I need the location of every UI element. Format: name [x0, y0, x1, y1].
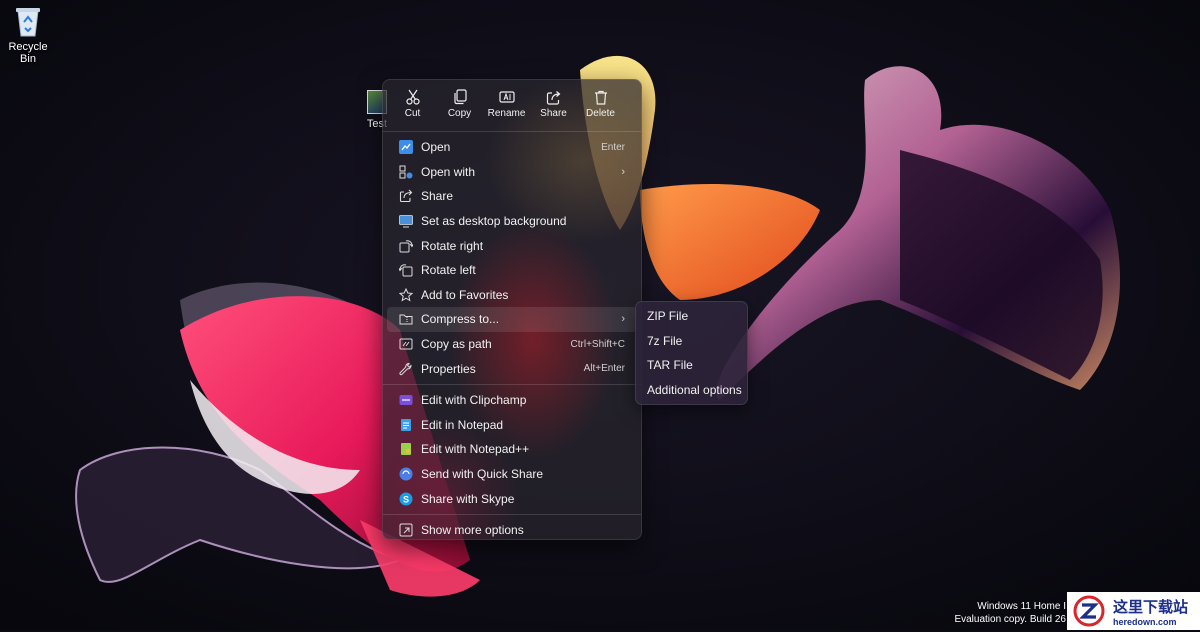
recycle-bin[interactable]: Recycle Bin — [0, 4, 56, 65]
menu-item-compress-to[interactable]: Compress to... › — [387, 307, 637, 332]
cut-button[interactable]: Cut — [389, 86, 436, 128]
shortcut-text: Alt+Enter — [583, 363, 625, 375]
delete-button[interactable]: Delete — [577, 86, 624, 128]
menu-item-label: Share — [421, 189, 454, 204]
desktop-background-icon — [399, 214, 413, 228]
share-button[interactable]: Share — [530, 86, 577, 128]
recycle-bin-icon — [13, 4, 43, 38]
menu-item-set-as-desktop-background[interactable]: Set as desktop background — [387, 209, 637, 234]
menu-item-copy-as-path[interactable]: Copy as path Ctrl+Shift+C — [387, 332, 637, 357]
copy-icon — [436, 88, 483, 106]
watermark-line-2: Evaluation copy. Build 26 — [954, 614, 1066, 625]
menu-divider — [383, 513, 641, 515]
submenu-item-zip-file[interactable]: ZIP File — [636, 304, 747, 329]
menu-item-rotate-left[interactable]: Rotate left — [387, 258, 637, 283]
more-options-icon — [399, 523, 413, 537]
menu-divider — [383, 383, 641, 385]
menu-item-label: Share with Skype — [421, 491, 515, 506]
menu-item-label: Show more options — [421, 523, 524, 538]
notepad-plus-plus-icon — [399, 442, 413, 456]
open-with-icon — [399, 165, 413, 179]
menu-item-open[interactable]: Open Enter — [387, 135, 637, 160]
share-icon — [399, 189, 413, 203]
brand-chinese-text: 这里下载站 — [1113, 597, 1189, 616]
open-icon — [399, 140, 413, 155]
heredown-logo-icon — [1073, 595, 1105, 627]
menu-item-label: Copy as path — [421, 337, 492, 352]
menu-item-label: Open with — [421, 164, 476, 179]
menu-item-label: Add to Favorites — [421, 287, 509, 302]
star-icon — [399, 287, 413, 302]
notepad-icon — [399, 418, 413, 432]
copy-path-icon — [399, 337, 413, 351]
rotate-left-icon — [399, 263, 413, 277]
menu-item-label: Rotate left — [421, 263, 476, 278]
site-logo-badge: 这里下载站 heredown.com — [1067, 592, 1200, 630]
menu-item-open-with[interactable]: Open with › — [387, 160, 637, 185]
watermark-line-1: Windows 11 Home I — [977, 601, 1066, 612]
shortcut-text: Enter — [601, 141, 625, 153]
submenu-item-tar-file[interactable]: TAR File — [636, 353, 747, 378]
menu-item-properties[interactable]: Properties Alt+Enter — [387, 356, 637, 381]
cut-label: Cut — [404, 108, 421, 119]
submenu-item-additional-options[interactable]: Additional options — [636, 378, 747, 403]
menu-item-edit-with-notepad-plus-plus[interactable]: Edit with Notepad++ — [387, 437, 637, 462]
share-icon — [530, 88, 577, 106]
menu-item-label: Edit with Notepad++ — [421, 442, 530, 457]
rename-label: Rename — [487, 108, 526, 119]
submenu-item-7z-file[interactable]: 7z File — [636, 329, 747, 354]
menu-item-show-more-options[interactable]: Show more options — [387, 518, 637, 539]
svg-text:S: S — [403, 494, 409, 504]
menu-divider — [383, 131, 641, 132]
shortcut-text: Ctrl+Shift+C — [570, 338, 625, 350]
menu-item-label: Edit with Clipchamp — [421, 393, 527, 408]
compress-submenu: ZIP File 7z File TAR File Additional opt… — [635, 301, 748, 405]
scissors-icon — [389, 88, 436, 106]
menu-item-share-with-skype[interactable]: S Share with Skype — [387, 486, 637, 511]
chevron-right-icon: › — [621, 165, 625, 178]
chevron-right-icon: › — [621, 313, 625, 326]
clipchamp-icon — [399, 393, 413, 407]
brand-domain-text: heredown.com — [1113, 616, 1177, 627]
zip-folder-icon — [399, 312, 413, 326]
wrench-icon — [399, 362, 413, 376]
menu-item-label: Open — [421, 140, 451, 155]
menu-item-edit-in-notepad[interactable]: Edit in Notepad — [387, 413, 637, 438]
trash-icon — [577, 88, 624, 106]
share-label: Share — [540, 108, 567, 119]
menu-item-label: Edit in Notepad — [421, 417, 504, 432]
quick-share-icon — [399, 467, 413, 481]
menu-item-label: Rotate right — [421, 238, 484, 253]
copy-button[interactable]: Copy — [436, 86, 483, 128]
copy-label: Copy — [447, 108, 472, 119]
menu-item-edit-with-clipchamp[interactable]: Edit with Clipchamp — [387, 388, 637, 413]
menu-item-label: Set as desktop background — [421, 214, 567, 229]
context-menu-toolbar: Cut Copy Rename Share Delete — [383, 80, 641, 128]
delete-label: Delete — [586, 108, 615, 119]
rename-icon — [483, 88, 530, 106]
menu-item-label: Compress to... — [421, 312, 500, 327]
skype-icon: S — [399, 492, 413, 506]
rotate-right-icon — [399, 239, 413, 253]
menu-item-rotate-right[interactable]: Rotate right — [387, 233, 637, 258]
recycle-bin-label: Recycle Bin — [8, 41, 48, 65]
menu-item-label: Send with Quick Share — [421, 467, 544, 482]
menu-item-send-with-quick-share[interactable]: Send with Quick Share — [387, 462, 637, 487]
menu-item-add-to-favorites[interactable]: Add to Favorites — [387, 283, 637, 308]
rename-button[interactable]: Rename — [483, 86, 530, 128]
context-menu: Cut Copy Rename Share Delete Open Enter … — [382, 79, 642, 540]
menu-item-label: Properties — [421, 361, 476, 376]
menu-item-share[interactable]: Share — [387, 184, 637, 209]
windows-evaluation-watermark: Windows 11 Home I Evaluation copy. Build… — [954, 600, 1066, 626]
